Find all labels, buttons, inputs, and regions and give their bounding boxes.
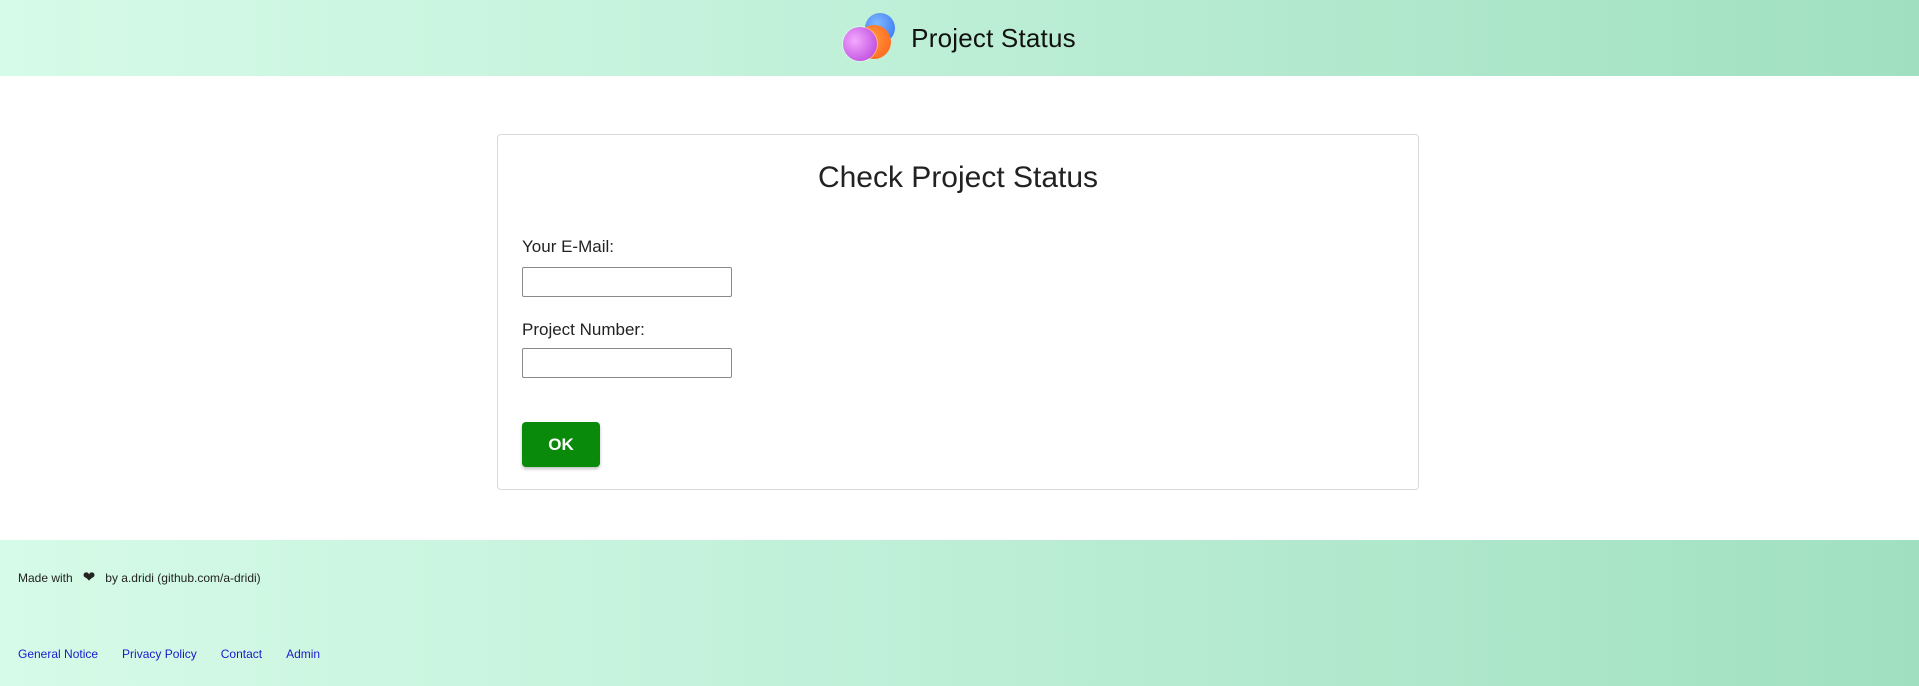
status-form-card: Check Project Status Your E-Mail: Projec…	[497, 134, 1419, 490]
footer-link-admin[interactable]: Admin	[286, 647, 320, 661]
email-input[interactable]	[522, 267, 732, 297]
heart-icon: ❤	[82, 569, 96, 586]
app-logo-icon	[843, 13, 899, 63]
ok-button[interactable]: OK	[522, 422, 600, 467]
header: Project Status	[0, 0, 1919, 76]
made-with-credit: Made with ❤ by a.dridi (github.com/a-dri…	[18, 570, 261, 585]
footer-links: General Notice Privacy Policy Contact Ad…	[18, 647, 320, 661]
made-with-text: Made with	[18, 570, 73, 585]
footer-link-contact[interactable]: Contact	[221, 647, 262, 661]
footer: Made with ❤ by a.dridi (github.com/a-dri…	[0, 540, 1919, 686]
footer-link-general-notice[interactable]: General Notice	[18, 647, 98, 661]
logo-circle-purple	[843, 27, 878, 61]
author-credit: by a.dridi (github.com/a-dridi)	[105, 570, 261, 585]
project-number-label: Project Number:	[522, 320, 645, 339]
footer-link-privacy-policy[interactable]: Privacy Policy	[122, 647, 197, 661]
form-title: Check Project Status	[817, 161, 1099, 194]
app-title: Project Status	[911, 22, 1076, 53]
email-label: Your E-Mail:	[522, 237, 614, 256]
project-number-input[interactable]	[522, 348, 732, 378]
